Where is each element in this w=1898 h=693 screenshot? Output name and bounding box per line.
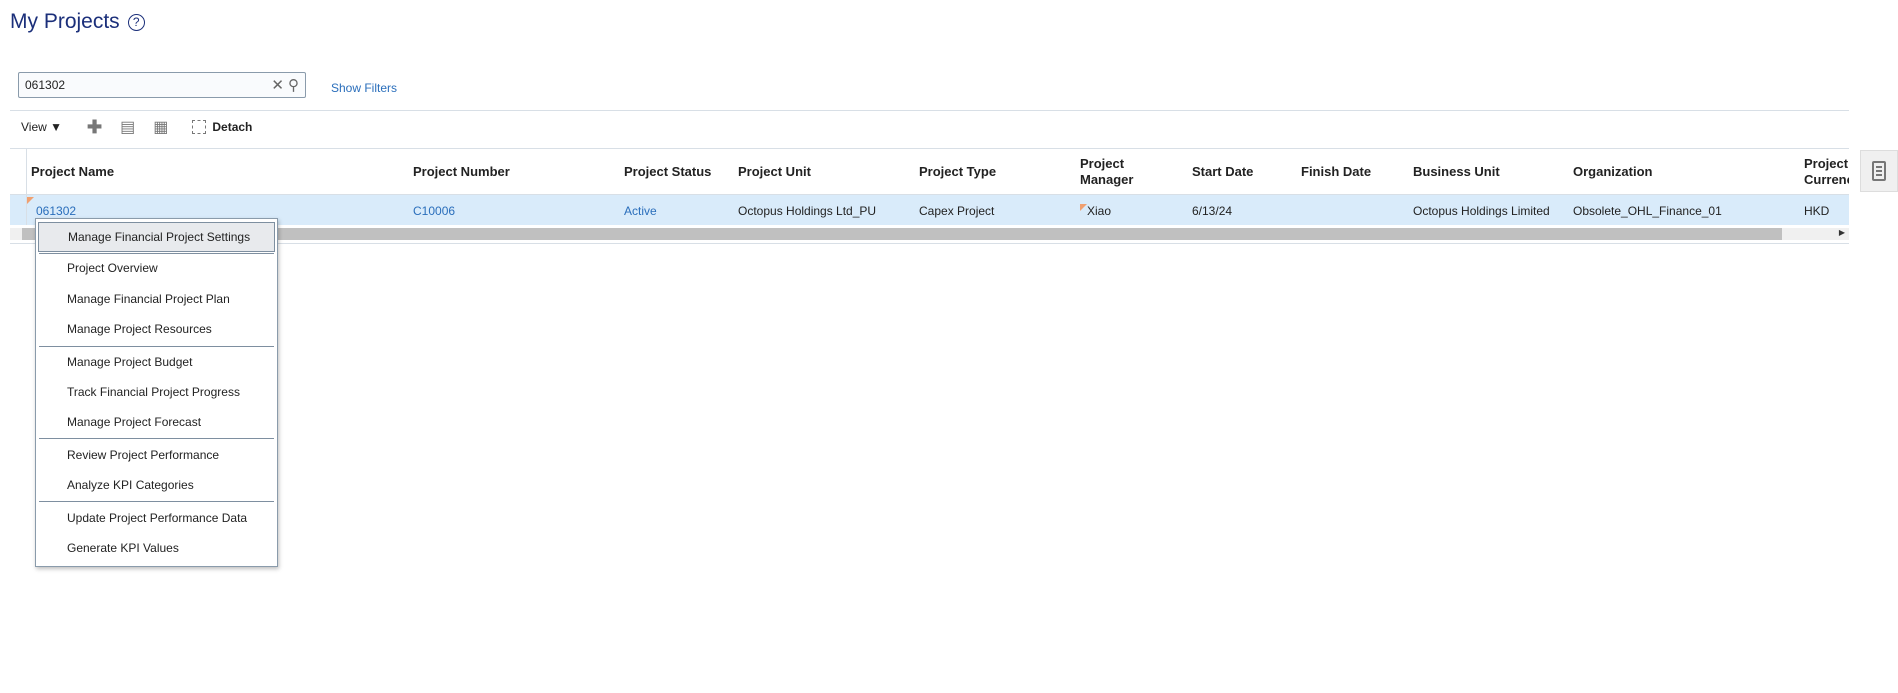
view-label: View bbox=[21, 120, 47, 134]
detach-button[interactable]: Detach bbox=[192, 120, 252, 134]
flag-icon bbox=[1080, 204, 1087, 211]
project-unit: Octopus Holdings Ltd_PU bbox=[738, 204, 877, 218]
project-status-link[interactable]: Active bbox=[624, 204, 657, 218]
menu-item[interactable]: Review Project Performance bbox=[36, 440, 277, 470]
divider bbox=[10, 243, 1849, 244]
table-header: Project Name Project Number Project Stat… bbox=[10, 148, 1849, 195]
table-row[interactable]: 061302 C10006 Active Octopus Holdings Lt… bbox=[10, 195, 1849, 225]
col-start-date[interactable]: Start Date bbox=[1192, 164, 1253, 179]
col-project-name[interactable]: Project Name bbox=[31, 164, 114, 179]
divider bbox=[10, 110, 1849, 111]
toolbar: View ▼ ✚ ▤ ▦ Detach bbox=[21, 117, 252, 138]
menu-item[interactable]: Manage Project Forecast bbox=[36, 407, 277, 437]
search-value: 061302 bbox=[25, 78, 66, 92]
detach-label: Detach bbox=[212, 120, 253, 134]
col-project-manager[interactable]: Project Manager bbox=[1080, 156, 1150, 188]
show-filters-link[interactable]: Show Filters bbox=[331, 81, 397, 95]
col-business-unit[interactable]: Business Unit bbox=[1413, 164, 1500, 179]
menu-item[interactable]: Manage Financial Project Plan bbox=[36, 284, 277, 314]
side-panel-toggle[interactable] bbox=[1860, 150, 1898, 192]
col-project-unit[interactable]: Project Unit bbox=[738, 164, 811, 179]
menu-item[interactable]: Track Financial Project Progress bbox=[36, 377, 277, 407]
column-divider bbox=[26, 148, 27, 225]
context-menu: Manage Financial Project Settings Projec… bbox=[35, 218, 278, 567]
page-title: My Projects? bbox=[10, 10, 145, 34]
view-menu[interactable]: View ▼ bbox=[21, 120, 62, 134]
start-date: 6/13/24 bbox=[1192, 204, 1233, 218]
menu-separator bbox=[39, 438, 274, 439]
detach-icon bbox=[192, 120, 207, 134]
horizontal-scrollbar[interactable]: ▶ bbox=[10, 228, 1849, 240]
col-organization[interactable]: Organization bbox=[1573, 164, 1652, 179]
menu-separator bbox=[39, 501, 274, 502]
col-project-currency[interactable]: Project Currency bbox=[1804, 156, 1849, 188]
menu-item[interactable]: Manage Project Budget bbox=[36, 347, 277, 377]
project-currency: HKD bbox=[1804, 204, 1830, 218]
project-type: Capex Project bbox=[919, 204, 995, 218]
add-icon[interactable]: ✚ bbox=[87, 117, 102, 138]
business-unit: Octopus Holdings Limited bbox=[1413, 204, 1550, 218]
project-name-link[interactable]: 061302 bbox=[36, 204, 76, 218]
project-manager: Xiao bbox=[1087, 204, 1112, 218]
help-icon[interactable]: ? bbox=[127, 13, 145, 31]
flag-icon bbox=[27, 197, 34, 204]
col-finish-date[interactable]: Finish Date bbox=[1301, 164, 1371, 179]
page-title-text: My Projects bbox=[10, 10, 120, 33]
search-icon[interactable]: ⚲ bbox=[288, 76, 299, 94]
col-project-status[interactable]: Project Status bbox=[624, 164, 711, 179]
menu-item[interactable]: Update Project Performance Data bbox=[36, 503, 277, 533]
clear-icon[interactable]: ✕ bbox=[271, 76, 284, 94]
menu-item[interactable]: Analyze KPI Categories bbox=[36, 470, 277, 500]
organization: Obsolete_OHL_Finance_01 bbox=[1573, 204, 1722, 218]
scroll-right-icon[interactable]: ▶ bbox=[1839, 228, 1845, 237]
scrollbar-thumb[interactable] bbox=[22, 228, 1782, 240]
menu-item[interactable]: Manage Project Resources bbox=[36, 314, 277, 344]
col-project-number[interactable]: Project Number bbox=[413, 164, 510, 179]
project-number-link[interactable]: C10006 bbox=[413, 204, 455, 218]
menu-item[interactable]: Generate KPI Values bbox=[36, 533, 277, 563]
list-icon[interactable]: ▤ bbox=[120, 117, 135, 137]
menu-item[interactable]: Manage Financial Project Settings bbox=[38, 222, 275, 252]
search-input[interactable]: 061302 ✕ ⚲ bbox=[18, 72, 306, 98]
document-icon bbox=[1872, 161, 1886, 181]
menu-item[interactable]: Project Overview bbox=[36, 253, 277, 283]
freeze-icon[interactable]: ▦ bbox=[153, 117, 168, 137]
col-project-type[interactable]: Project Type bbox=[919, 164, 996, 179]
